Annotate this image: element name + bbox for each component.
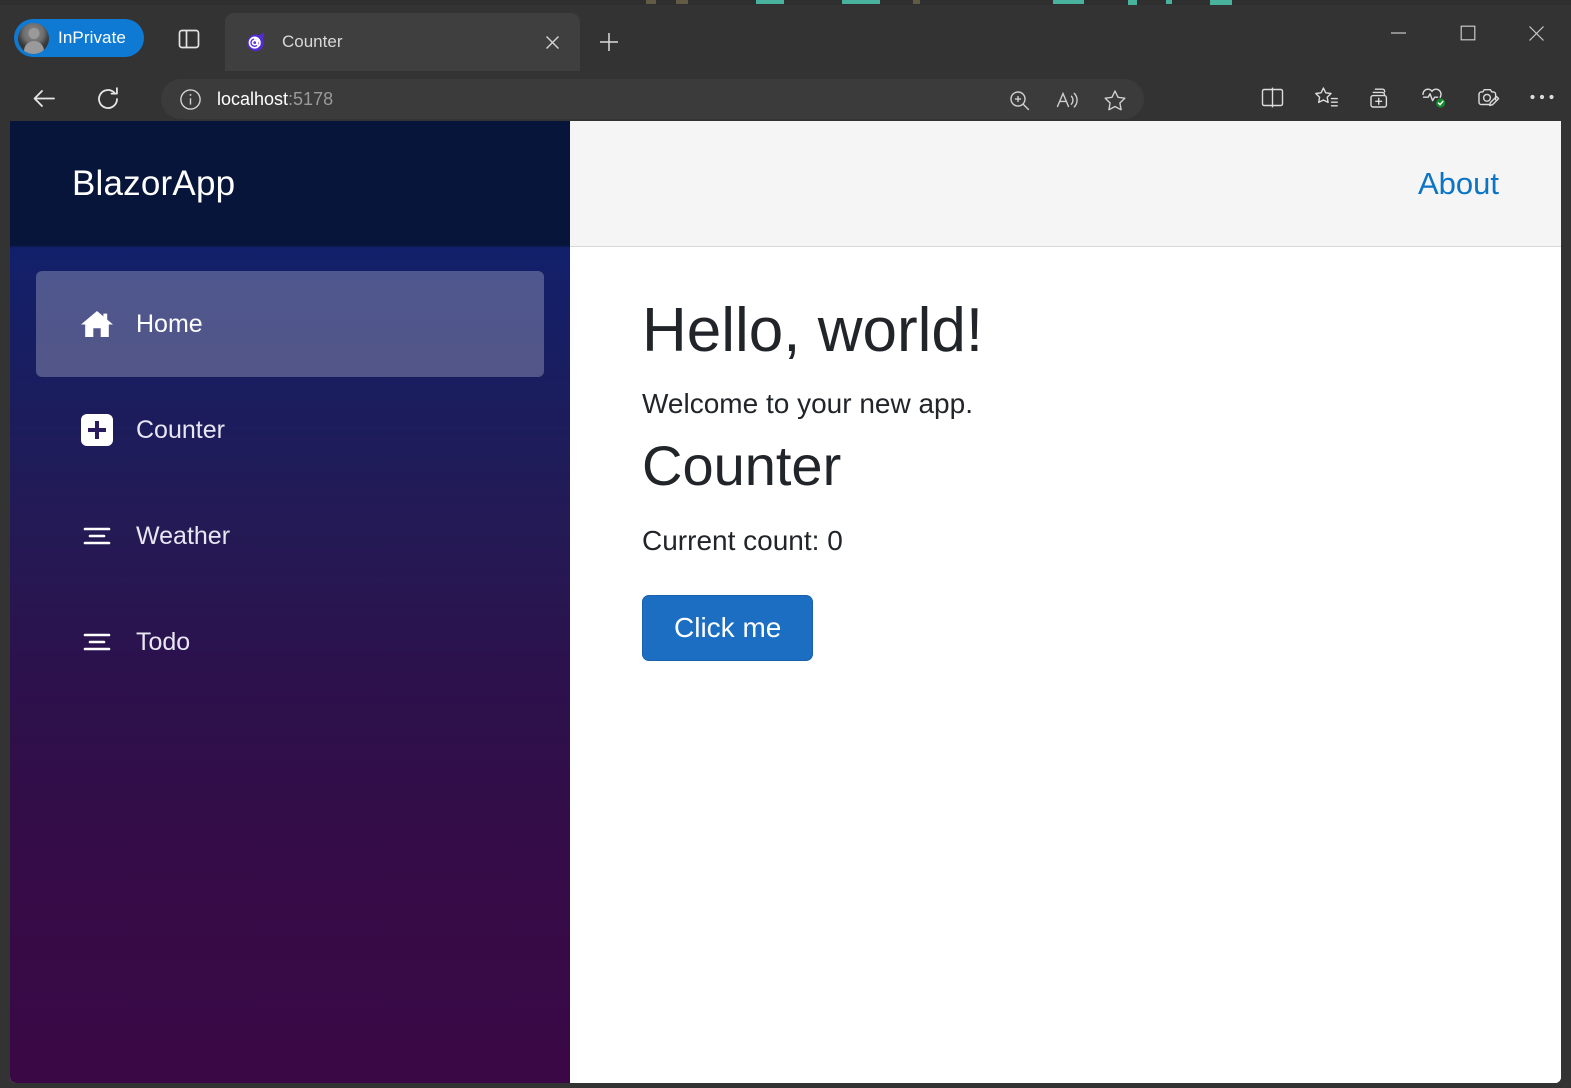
terminal-text-fragment [676,0,688,4]
settings-more-icon[interactable] [1523,77,1561,117]
about-link[interactable]: About [1418,166,1499,202]
close-icon[interactable] [1502,5,1571,61]
terminal-text-fragment [913,0,920,4]
sidebar-item-todo[interactable]: Todo [36,589,544,695]
reload-icon[interactable] [88,79,128,119]
address-bar[interactable]: localhost:5178 [161,79,1144,119]
inprivate-label: InPrivate [58,28,126,47]
click-me-button[interactable]: Click me [642,595,814,662]
add-tab-group-icon[interactable] [1361,77,1399,117]
tab-strip: InPrivate Counter [0,5,1571,71]
browser-window: InPrivate Counter localhost:5178 BlazorA… [0,5,1571,1088]
screenshot-icon[interactable] [1469,77,1507,117]
maximize-icon[interactable] [1433,5,1502,61]
split-screen-icon[interactable] [1253,77,1291,117]
sidebar-nav-list: Home Counter Weather Todo [10,246,570,695]
minimize-icon[interactable] [1364,5,1433,61]
sidebar-item-label: Home [136,309,203,338]
page-viewport: BlazorApp Home Counter Weather Todo Abou… [10,121,1561,1083]
account-avatar-icon [18,22,49,54]
welcome-text: Welcome to your new app. [642,388,973,420]
window-controls [1364,5,1571,65]
house-icon [74,301,120,347]
url-host: localhost [217,88,289,109]
favorites-list-icon[interactable] [1307,77,1345,117]
list-icon [74,619,120,665]
read-aloud-icon[interactable] [1046,83,1088,117]
main-article: Hello, world! Welcome to your new app. C… [570,247,1561,662]
terminal-text-fragment [1053,0,1084,4]
sidebar-item-weather[interactable]: Weather [36,483,544,589]
favorite-star-icon[interactable] [1094,83,1136,117]
inprivate-profile-pill[interactable]: InPrivate [14,19,144,57]
tab-actions-menu-icon[interactable] [170,25,207,52]
browser-tab[interactable]: Counter [225,13,580,71]
browser-toolbar: localhost:5178 [0,71,1571,126]
terminal-text-fragment [842,0,880,4]
toolbar-right-actions [1253,77,1561,117]
terminal-text-fragment [756,0,784,4]
browser-essentials-icon[interactable] [1415,77,1453,117]
sidebar-item-label: Todo [136,627,191,656]
tab-title: Counter [282,32,343,51]
counter-heading: Counter [642,434,842,498]
terminal-text-fragment [646,0,656,4]
blazor-favicon [243,29,269,55]
plus-square-icon [74,407,120,453]
url-port: :5178 [288,88,334,109]
sidebar-item-label: Weather [136,521,231,550]
sidebar-brand[interactable]: BlazorApp [10,121,570,246]
app-sidebar: BlazorApp Home Counter Weather Todo [10,121,570,1083]
zoom-in-icon[interactable] [998,83,1040,117]
address-bar-actions [998,83,1136,117]
info-circle-icon[interactable] [177,86,203,112]
current-count-text: Current count: 0 [642,525,843,557]
brand-title: BlazorApp [72,163,236,203]
new-tab-button[interactable] [592,27,626,57]
close-icon[interactable] [538,28,566,56]
content-top-row: About [570,121,1561,247]
sidebar-item-label: Counter [136,415,225,444]
page-content: About Hello, world! Welcome to your new … [570,121,1561,1083]
terminal-text-fragment [1166,0,1172,4]
sidebar-item-counter[interactable]: Counter [36,377,544,483]
list-icon [74,513,120,559]
sidebar-item-home[interactable]: Home [36,271,544,377]
url-text: localhost:5178 [217,89,333,110]
desktop-background: InPrivate Counter localhost:5178 BlazorA… [0,0,1571,1088]
back-arrow-icon[interactable] [24,79,64,119]
page-title: Hello, world! [642,296,984,365]
